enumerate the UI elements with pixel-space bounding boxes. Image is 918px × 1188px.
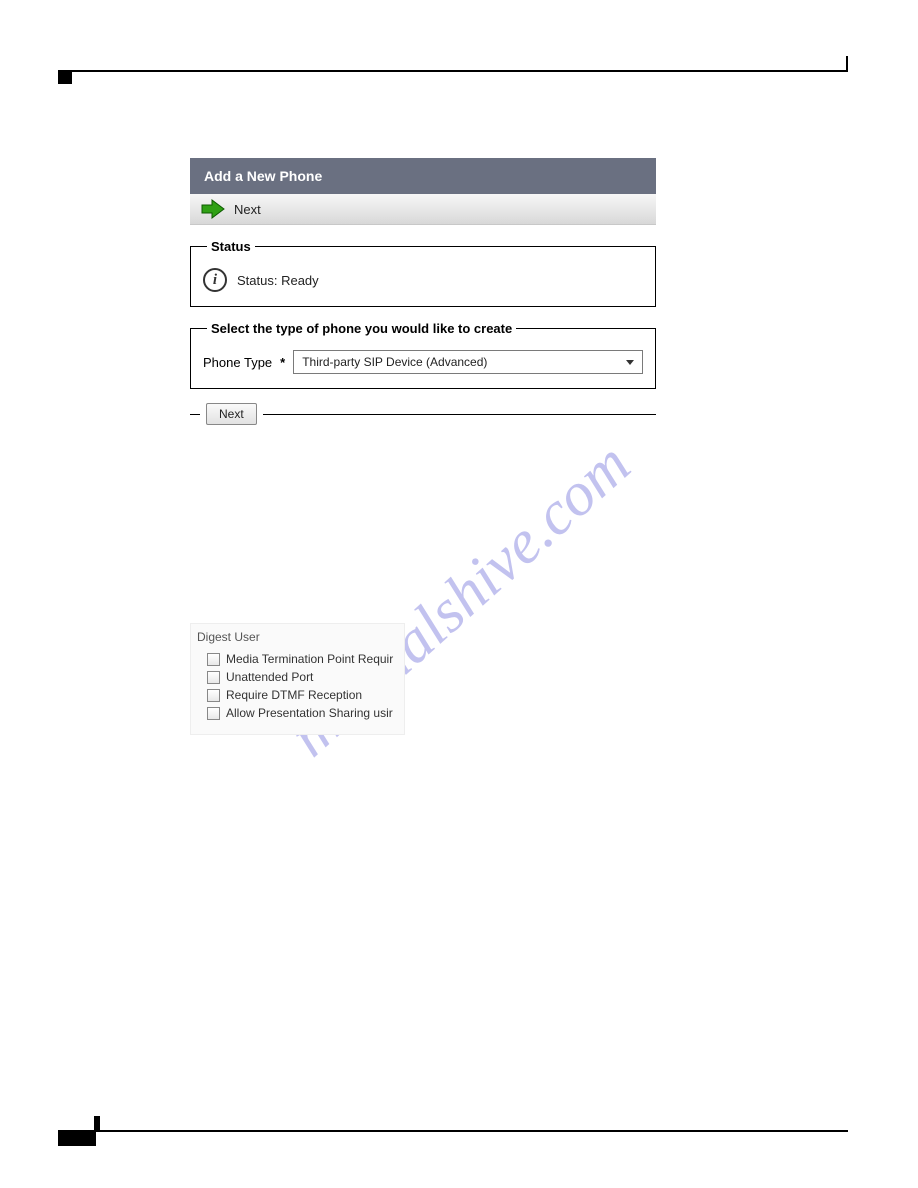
option-label: Allow Presentation Sharing usir — [226, 706, 393, 720]
checkbox-media-termination[interactable] — [207, 653, 220, 666]
toolbar-next-label[interactable]: Next — [234, 202, 261, 217]
required-asterisk: * — [280, 355, 285, 370]
digest-user-block: Digest User Media Termination Point Requ… — [190, 623, 405, 735]
corner-marker-top-right — [846, 56, 848, 72]
next-button[interactable]: Next — [206, 403, 257, 425]
checkbox-require-dtmf[interactable] — [207, 689, 220, 702]
top-rule — [58, 70, 848, 72]
corner-marker-bottom-left-tick — [94, 1116, 100, 1132]
option-require-dtmf: Require DTMF Reception — [207, 688, 398, 702]
panel-title: Add a New Phone — [190, 158, 656, 194]
status-fieldset: Status i Status: Ready — [190, 239, 656, 307]
option-media-termination: Media Termination Point Requir — [207, 652, 398, 666]
corner-marker-top-left — [58, 70, 72, 84]
phone-type-fieldset: Select the type of phone you would like … — [190, 321, 656, 389]
toolbar: Next — [190, 194, 656, 225]
option-label: Media Termination Point Requir — [226, 652, 393, 666]
status-row: i Status: Ready — [203, 268, 643, 292]
next-button-row: Next — [190, 403, 656, 425]
divider-left — [190, 414, 200, 415]
corner-marker-bottom-left — [58, 1132, 96, 1146]
checkbox-allow-presentation[interactable] — [207, 707, 220, 720]
status-text: Status: Ready — [237, 273, 319, 288]
digest-user-title: Digest User — [197, 630, 398, 644]
option-label: Unattended Port — [226, 670, 313, 684]
status-legend: Status — [207, 239, 255, 254]
option-unattended-port: Unattended Port — [207, 670, 398, 684]
info-icon: i — [203, 268, 227, 292]
add-phone-panel: Add a New Phone Next Status i Status: Re… — [190, 158, 656, 425]
phone-type-select[interactable]: Third-party SIP Device (Advanced) — [293, 350, 643, 374]
bottom-rule — [58, 1130, 848, 1132]
option-label: Require DTMF Reception — [226, 688, 362, 702]
document-page: manualshive.com Add a New Phone Next Sta… — [0, 0, 918, 1188]
option-allow-presentation: Allow Presentation Sharing usir — [207, 706, 398, 720]
phone-type-row: Phone Type * Third-party SIP Device (Adv… — [203, 350, 643, 374]
divider-right — [263, 414, 656, 415]
checkbox-unattended-port[interactable] — [207, 671, 220, 684]
phone-type-legend: Select the type of phone you would like … — [207, 321, 516, 336]
phone-type-label: Phone Type — [203, 355, 272, 370]
chevron-down-icon — [626, 360, 634, 365]
phone-type-selected-value: Third-party SIP Device (Advanced) — [302, 355, 487, 369]
next-arrow-icon[interactable] — [200, 198, 226, 220]
